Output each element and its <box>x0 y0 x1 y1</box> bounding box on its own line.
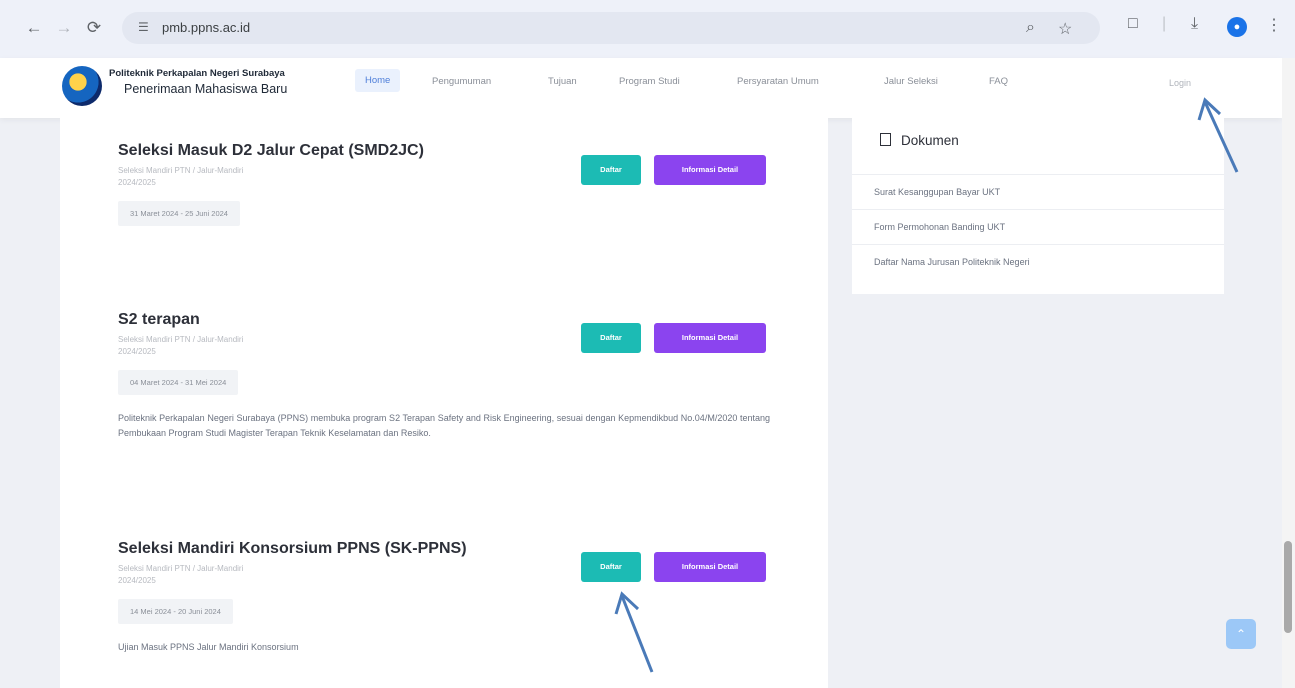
address-bar[interactable]: ☰ pmb.ppns.ac.id ⌕ ☆ <box>122 12 1100 44</box>
dokumen-link-form-banding[interactable]: Form Permohonan Banding UKT <box>852 209 1224 244</box>
back-to-top-button[interactable]: ⌃ <box>1226 619 1256 649</box>
program-period-badge: 31 Maret 2024 - 25 Juni 2024 <box>118 201 240 226</box>
document-icon <box>880 133 891 146</box>
nav-program-studi[interactable]: Program Studi <box>619 76 680 87</box>
program-list-card: Seleksi Masuk D2 Jalur Cepat (SMD2JC) Se… <box>60 118 828 688</box>
nav-persyaratan-umum[interactable]: Persyaratan Umum <box>737 76 819 87</box>
bookmark-star-icon[interactable]: ☆ <box>1058 19 1072 39</box>
detail-button-sk-ppns[interactable]: Informasi Detail <box>654 552 766 582</box>
annotation-arrow-daftar <box>614 591 654 673</box>
kebab-menu-icon[interactable]: ⋮ <box>1266 15 1282 35</box>
program-description: Politeknik Perkapalan Negeri Surabaya (P… <box>118 413 770 438</box>
nav-jalur-seleksi[interactable]: Jalur Seleksi <box>884 76 938 87</box>
back-icon[interactable]: ← <box>22 16 46 40</box>
detail-button-smd2jc[interactable]: Informasi Detail <box>654 155 766 185</box>
zoom-icon[interactable]: ⌕ <box>1026 19 1035 37</box>
daftar-button-sk-ppns[interactable]: Daftar <box>581 552 641 582</box>
detail-button-s2-terapan[interactable]: Informasi Detail <box>654 323 766 353</box>
daftar-button-s2-terapan[interactable]: Daftar <box>581 323 641 353</box>
brand-tagline: Penerimaan Mahasiswa Baru <box>124 82 288 96</box>
nav-tujuan[interactable]: Tujuan <box>548 76 577 87</box>
dokumen-card: Dokumen Surat Kesanggupan Bayar UKT Form… <box>852 118 1224 294</box>
program-category: Seleksi Mandiri PTN / Jalur-Mandiri 2024… <box>118 165 424 189</box>
dokumen-list: Surat Kesanggupan Bayar UKT Form Permoho… <box>852 174 1224 279</box>
brand-name: Politeknik Perkapalan Negeri Surabaya <box>109 68 285 79</box>
program-item-smd2jc: Seleksi Masuk D2 Jalur Cepat (SMD2JC) Se… <box>118 142 424 226</box>
forward-icon[interactable]: → <box>52 16 76 40</box>
nav-home[interactable]: Home <box>355 69 401 92</box>
reload-icon[interactable]: ⟳ <box>82 16 106 40</box>
download-icon[interactable]: ⤓ <box>1191 15 1198 33</box>
site-info-icon[interactable]: ☰ <box>138 20 149 34</box>
program-period-badge: 14 Mei 2024 - 20 Juni 2024 <box>118 599 233 624</box>
daftar-button-smd2jc[interactable]: Daftar <box>581 155 641 185</box>
login-link[interactable]: Login <box>1169 78 1191 88</box>
ppns-logo[interactable] <box>62 66 102 106</box>
url-text: pmb.ppns.ac.id <box>162 20 251 35</box>
annotation-arrow-login <box>1197 97 1239 173</box>
browser-toolbar: ← → ⟳ ☰ pmb.ppns.ac.id ⌕ ☆ □ | ⤓ ● ⋮ <box>0 0 1295 59</box>
chevron-up-icon: ⌃ <box>1235 627 1247 641</box>
dokumen-title: Dokumen <box>901 133 959 148</box>
program-category-text: Seleksi Mandiri PTN / Jalur-Mandiri <box>118 166 244 175</box>
dokumen-header: Dokumen <box>880 133 959 148</box>
program-period-badge: 04 Maret 2024 - 31 Mei 2024 <box>118 370 239 395</box>
page-scrollbar-thumb[interactable] <box>1284 541 1292 633</box>
nav-faq[interactable]: FAQ <box>989 76 1008 87</box>
profile-avatar-icon[interactable]: ● <box>1227 17 1247 37</box>
toolbar-divider: | <box>1162 15 1167 32</box>
dokumen-link-daftar-jurusan[interactable]: Daftar Nama Jurusan Politeknik Negeri <box>852 244 1224 279</box>
program-description: Ujian Masuk PPNS Jalur Mandiri Konsorsiu… <box>118 642 299 652</box>
extensions-icon[interactable]: □ <box>1128 15 1138 33</box>
program-year: 2024/2025 <box>118 178 156 187</box>
dokumen-link-surat-kesanggupan[interactable]: Surat Kesanggupan Bayar UKT <box>852 174 1224 209</box>
program-title: Seleksi Masuk D2 Jalur Cepat (SMD2JC) <box>118 142 424 159</box>
site-header: Politeknik Perkapalan Negeri Surabaya Pe… <box>0 58 1282 118</box>
nav-pengumuman[interactable]: Pengumuman <box>432 76 491 87</box>
